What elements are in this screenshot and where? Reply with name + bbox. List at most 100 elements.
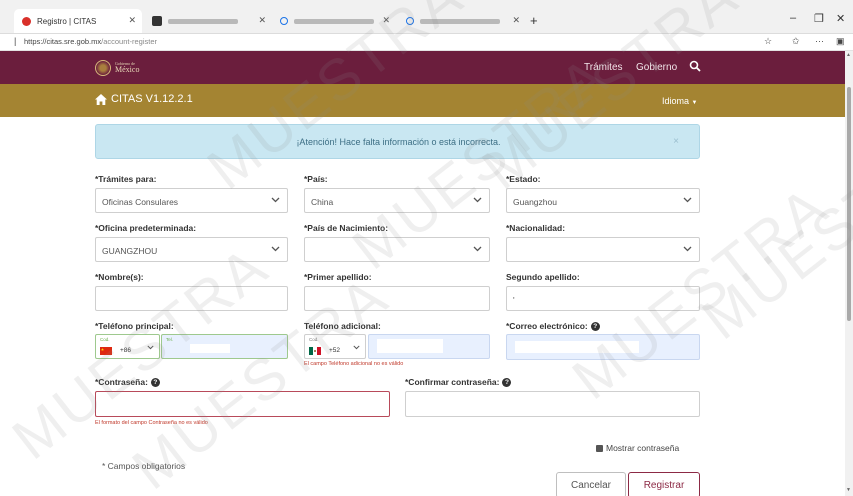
nav-gobierno[interactable]: Gobierno <box>636 62 677 73</box>
more-menu-icon[interactable]: ··· <box>815 36 824 46</box>
nacionalidad-select[interactable] <box>506 237 700 262</box>
blurred-tab-title <box>420 18 500 24</box>
redacted-phone <box>190 344 230 353</box>
contrasena-input[interactable] <box>95 391 390 417</box>
app-header: CITAS V1.12.2.1 Idioma ▼ <box>0 84 845 117</box>
page: Registro | CITAS ✕ ✕ ✕ ✕ + – ❐ ✕ | https… <box>0 0 853 496</box>
estado-label: *Estado: <box>506 174 541 184</box>
alert-message: ¡Atención! Hace falta información o está… <box>296 137 501 147</box>
new-tab-icon[interactable]: + <box>530 13 538 28</box>
error-alert: ¡Atención! Hace falta información o está… <box>95 124 700 159</box>
telefono-adicional-error: El campo Teléfono adicional no es válido <box>304 361 404 367</box>
scroll-down-icon[interactable]: ▼ <box>846 487 851 493</box>
redacted-email <box>515 341 639 353</box>
language-dropdown[interactable]: Idioma ▼ <box>662 96 697 106</box>
chevron-down-icon <box>271 246 280 252</box>
checkbox-checked-icon[interactable] <box>596 444 603 452</box>
browser-tab-4[interactable]: ✕ <box>398 9 526 33</box>
pais-nacimiento-label: *País de Nacimiento: <box>304 223 389 233</box>
caret-down-icon: ▼ <box>691 100 698 106</box>
china-flag-icon <box>100 347 112 355</box>
restore-icon[interactable]: ❐ <box>814 12 824 25</box>
chevron-down-icon <box>473 246 482 252</box>
confirmar-input[interactable] <box>405 391 700 417</box>
register-button[interactable]: Registrar <box>628 472 700 496</box>
nombre-input[interactable] <box>95 286 288 311</box>
primer-apellido-label: *Primer apellido: <box>304 272 372 282</box>
close-icon[interactable]: ✕ <box>128 15 136 26</box>
government-header: Gobierno de México Trámites Gobierno <box>0 51 845 84</box>
confirmar-label: *Confirmar contraseña:? <box>405 377 512 388</box>
tramites-select[interactable]: Oficinas Consulares <box>95 188 288 213</box>
search-favicon-icon <box>406 17 414 25</box>
correo-label: *Correo electrónico:? <box>506 321 600 332</box>
seal-icon <box>95 60 111 76</box>
chevron-down-icon <box>271 197 280 203</box>
close-icon[interactable]: ✕ <box>382 15 390 26</box>
help-icon[interactable]: ? <box>590 322 600 332</box>
blurred-tab-title <box>294 18 374 24</box>
oficina-select[interactable]: GUANGZHOU <box>95 237 288 262</box>
gobierno-logo[interactable]: Gobierno de México <box>95 60 139 76</box>
segundo-apellido-input[interactable]: ' <box>506 286 700 311</box>
nav-tramites[interactable]: Trámites <box>584 62 623 73</box>
pais-select[interactable]: China <box>304 188 490 213</box>
primer-apellido-input[interactable] <box>304 286 490 311</box>
contrasena-label: *Contraseña:? <box>95 377 160 388</box>
browser-tab-2[interactable]: ✕ <box>144 9 272 33</box>
address-bar[interactable]: | https://citas.sre.gob.mx/account-regis… <box>0 34 853 51</box>
nacionalidad-label: *Nacionalidad: <box>506 223 566 233</box>
browser-tab-registro[interactable]: Registro | CITAS ✕ <box>14 9 142 33</box>
favorites-list-icon[interactable]: ✩ <box>792 36 800 47</box>
scroll-thumb[interactable] <box>847 87 851 321</box>
help-icon[interactable]: ? <box>150 378 160 388</box>
chevron-down-icon <box>147 345 154 350</box>
browser-tab-bar: Registro | CITAS ✕ ✕ ✕ ✕ + – ❐ ✕ <box>0 0 853 34</box>
telefono-adicional-code-select[interactable]: Cod. +52 <box>304 334 366 359</box>
tab-favicon-icon <box>152 16 162 26</box>
search-icon[interactable] <box>689 60 701 72</box>
telefono-adicional-label: Teléfono adicional: <box>304 321 381 331</box>
mexico-flag-icon <box>309 347 321 355</box>
cancel-button[interactable]: Cancelar <box>556 472 626 496</box>
segundo-apellido-label: Segundo apellido: <box>506 272 580 282</box>
correo-input[interactable] <box>506 334 700 360</box>
telefono-principal-input[interactable]: Tel. <box>161 334 288 359</box>
app-brand[interactable]: CITAS V1.12.2.1 <box>95 93 193 105</box>
telefono-principal-code-select[interactable]: Cod. +86 <box>95 334 160 359</box>
chevron-down-icon <box>473 197 482 203</box>
home-icon <box>95 93 107 105</box>
estado-select[interactable]: Guangzhou <box>506 188 700 213</box>
pais-label: *País: <box>304 174 328 184</box>
site-favicon-icon <box>22 16 31 26</box>
scroll-up-icon[interactable]: ▲ <box>846 52 851 58</box>
tramites-label: *Trámites para: <box>95 174 157 184</box>
page-scrollbar[interactable]: ▲ ▼ <box>845 51 853 496</box>
mostrar-contrasena-checkbox[interactable]: Mostrar contraseña <box>596 443 679 453</box>
redacted-phone <box>377 339 443 353</box>
required-note: * Campos obligatorios <box>102 461 186 471</box>
telefono-principal-label: *Teléfono principal: <box>95 321 174 331</box>
minimize-icon[interactable]: – <box>790 12 796 24</box>
oficina-label: *Oficina predeterminada: <box>95 223 197 233</box>
pais-nacimiento-select[interactable] <box>304 237 490 262</box>
close-icon[interactable]: ✕ <box>512 15 520 26</box>
browser-tab-3[interactable]: ✕ <box>272 9 396 33</box>
tab-title: Registro | CITAS <box>37 16 97 26</box>
sidebar-line-icon: | <box>14 36 17 46</box>
close-window-icon[interactable]: ✕ <box>836 12 845 25</box>
watermark: MUESTRA <box>690 113 853 353</box>
favorite-star-icon[interactable]: ☆ <box>764 36 772 47</box>
close-icon[interactable]: ✕ <box>258 15 266 26</box>
search-favicon-icon <box>280 17 288 25</box>
chevron-down-icon <box>683 246 692 252</box>
nombre-label: *Nombre(s): <box>95 272 144 282</box>
url-text[interactable]: https://citas.sre.gob.mx/account-registe… <box>24 37 157 46</box>
chevron-down-icon <box>353 345 360 350</box>
contrasena-error: El formato del campo Contraseña no es vá… <box>95 420 208 426</box>
telefono-adicional-input[interactable] <box>368 334 490 359</box>
help-icon[interactable]: ? <box>502 378 512 388</box>
close-icon[interactable]: × <box>673 136 679 147</box>
sidebar-toggle-icon[interactable]: ▣ <box>836 36 845 47</box>
chevron-down-icon <box>683 197 692 203</box>
